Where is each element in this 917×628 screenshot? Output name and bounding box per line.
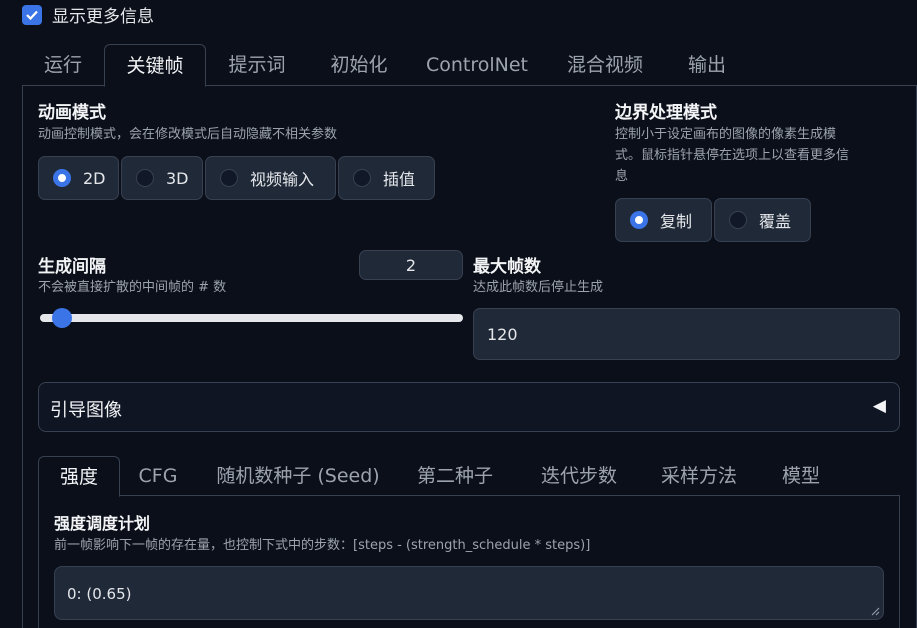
collapse-arrow-icon[interactable]: ◀ [873,396,886,416]
radio-selected-icon[interactable] [630,211,648,229]
cadence-number-input[interactable]: 2 [359,250,463,280]
tab-init[interactable]: 初始化 [310,44,408,86]
animation-mode-info: 动画控制模式，会在修改模式后自动隐藏不相关参数 [38,127,338,142]
guided-images-title: 引导图像 [50,400,122,421]
max-frames-input[interactable]: 120 [473,308,900,360]
radio-selected-icon[interactable] [53,169,71,187]
guided-images-accordion[interactable]: 引导图像 ◀ [38,382,900,432]
radio-unselected-icon[interactable] [729,211,747,229]
tab-strength[interactable]: 强度 [38,456,120,497]
option-label: 视频输入 [250,170,315,189]
option-label: 2D [83,168,106,188]
option-label: 插值 [383,170,416,189]
option-label: 复制 [660,212,693,231]
show-more-info-label: 显示更多信息 [52,7,154,27]
checkbox-checked-icon[interactable] [22,4,42,25]
tab-steps[interactable]: 迭代步数 [524,456,634,496]
animation-mode-video-input[interactable]: 视频输入 [205,156,336,200]
tab-hybrid-video[interactable]: 混合视频 [550,44,660,86]
tab-output[interactable]: 输出 [670,44,744,86]
strength-schedule-info: 前一帧影响下一帧的存在量，也控制下式中的步数：[steps - (strengt… [54,538,591,553]
tab-run[interactable]: 运行 [22,44,104,86]
radio-unselected-icon[interactable] [136,169,154,187]
border-mode-info-line1: 控制小于设定画布的图像的像素生成模 [615,127,837,142]
tab-prompts[interactable]: 提示词 [208,44,306,86]
border-mode-wrap[interactable]: 覆盖 [714,198,811,242]
tab-subseed[interactable]: 第二种子 [400,456,510,496]
option-label: 3D [166,168,189,188]
tab-sampler[interactable]: 采样方法 [644,456,754,496]
animation-mode-title: 动画模式 [38,103,106,123]
max-frames-info: 达成此帧数后停止生成 [473,280,604,295]
border-mode-replicate[interactable]: 复制 [615,198,712,242]
border-mode-info-line3: 息 [615,169,629,184]
strength-schedule-title: 强度调度计划 [54,514,151,533]
tab-cfg[interactable]: CFG [120,456,196,496]
border-mode-info-line2: 式。鼠标指针悬停在选项上以查看更多信 [615,148,850,163]
strength-schedule-textarea[interactable]: 0: (0.65) [54,566,884,620]
schedule-tab-bar: 强度 CFG 随机数种子 (Seed) 第二种子 迭代步数 采样方法 模型 [38,456,900,497]
cadence-title: 生成间隔 [38,257,106,277]
tab-keyframes[interactable]: 关键帧 [104,44,206,87]
show-more-info-checkbox[interactable]: 显示更多信息 [22,2,154,27]
option-label: 覆盖 [759,212,792,231]
animation-mode-2d[interactable]: 2D [38,156,119,200]
cadence-slider-thumb[interactable] [52,308,73,328]
tab-model[interactable]: 模型 [768,456,834,496]
radio-unselected-icon[interactable] [353,169,371,187]
max-frames-title: 最大帧数 [473,257,541,277]
border-mode-title: 边界处理模式 [615,103,717,123]
cadence-info: 不会被直接扩散的中间帧的 # 数 [38,280,227,295]
tab-seed[interactable]: 随机数种子 (Seed) [202,456,394,496]
main-tab-bar: 运行 关键帧 提示词 初始化 ControlNet 混合视频 输出 [22,44,917,87]
resize-handle-icon[interactable] [871,607,880,616]
animation-mode-3d[interactable]: 3D [121,156,203,200]
tab-controlnet[interactable]: ControlNet [414,44,540,86]
animation-mode-interpolation[interactable]: 插值 [338,156,435,200]
radio-unselected-icon[interactable] [220,169,238,187]
strength-schedule-value: 0: (0.65) [67,585,132,603]
cadence-slider-track[interactable] [40,314,463,322]
